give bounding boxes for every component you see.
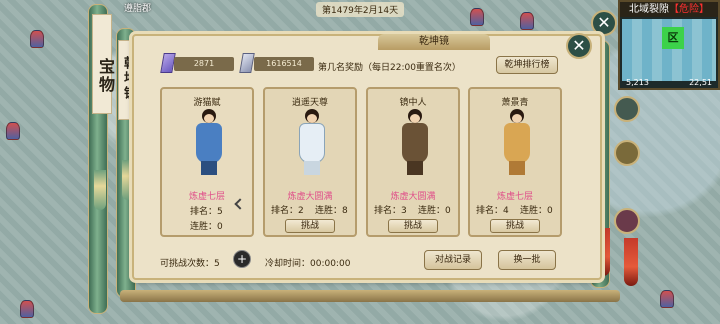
map-character[interactable] [30,30,44,48]
battle-record-button[interactable]: 对战记录 [424,250,482,270]
opponent-card: 逍遥天尊 炼虚大圆满 排名：2 连胜：8 挑战 [263,87,357,237]
player-name-label: 遵脂郡 [124,4,152,14]
close-icon: ✕ [597,13,611,32]
card-name: 逍遥天尊 [291,98,328,108]
card-realm: 炼虚七层 [496,192,533,202]
minimap-coords: 5,213 22,51 [622,78,716,87]
close-panel-button[interactable]: ✕ [566,33,592,59]
add-challenges-button[interactable]: + [233,250,251,268]
card-rank: 排名：3 [374,206,407,216]
minimap-field[interactable]: 区 [622,19,716,81]
game-date: 第1479年2月14天 [316,2,405,17]
challenge-button[interactable]: 挑战 [285,219,335,233]
minimap[interactable]: 北域裂隙【危险】 区 5,213 22,51 [618,0,720,90]
item-icon[interactable] [614,140,640,166]
card-name: 萧景青 [501,98,529,108]
character-figure [295,109,329,177]
opponent-card: 镜中人 炼虚大圆满 排名：3 连胜：0 挑战 [366,87,460,237]
skill-icon[interactable] [614,96,640,122]
card-streak: 连胜：0 [520,206,553,216]
treasure-tassel [94,170,106,210]
card-rank: 排名：5 [190,207,223,217]
card-name: 镜中人 [399,98,427,108]
card-realm: 炼虚大圆满 [287,192,333,202]
red-tassel [624,238,638,286]
card-name: 游猫赋 [193,98,221,108]
refresh-opponents-button[interactable]: 换一批 [498,250,556,270]
coord-left: 5,213 [626,78,649,87]
character-figure [500,109,534,177]
pet-icon[interactable] [614,208,640,234]
leaderboard-button[interactable]: 乾坤排行榜 [496,56,558,74]
map-name: 北域裂隙 [629,4,669,15]
map-character[interactable] [20,300,34,318]
challenge-button[interactable]: 挑战 [388,219,438,233]
character-figure [192,109,226,177]
panel-title: 乾坤镜 [378,34,490,50]
currency-2-value: 1616514 [254,57,314,71]
close-icon: ✕ [572,36,586,55]
card-rank: 排名：4 [476,206,509,216]
player-card: 游猫赋 炼虚七层 排名：5 连胜：0 [160,87,254,237]
currency-1-value: 2871 [174,57,234,71]
opponent-card: 萧景青 炼虚七层 排名：4 连胜：0 挑战 [468,87,562,237]
remaining-challenges: 可挑战次数：5 [160,259,220,269]
character-figure [398,109,432,177]
zone-marker: 区 [662,27,684,49]
minimap-title: 北域裂隙【危险】 [620,2,718,17]
danger-badge: 【危险】 [669,4,709,15]
map-character[interactable] [470,8,484,26]
map-character[interactable] [660,290,674,308]
card-rank: 排名：2 [271,206,304,216]
coord-right: 22,51 [689,78,712,87]
card-realm: 炼虚大圆满 [390,192,436,202]
cooldown-timer: 冷却时间：00:00:00 [265,259,351,269]
plus-icon: + [236,252,248,266]
card-streak: 连胜：0 [418,206,451,216]
map-character[interactable] [6,122,20,140]
reward-info: 第几名奖励（每日22:00重置名次） [318,63,461,73]
challenge-button[interactable]: 挑战 [490,219,540,233]
map-character[interactable] [520,12,534,30]
card-streak: 连胜：8 [315,206,348,216]
card-streak: 连胜：0 [190,222,223,232]
close-treasure-button[interactable]: ✕ [591,10,617,36]
bottom-scroll-rod [120,290,620,302]
treasure-tab-label[interactable]: 宝物 [93,58,117,94]
